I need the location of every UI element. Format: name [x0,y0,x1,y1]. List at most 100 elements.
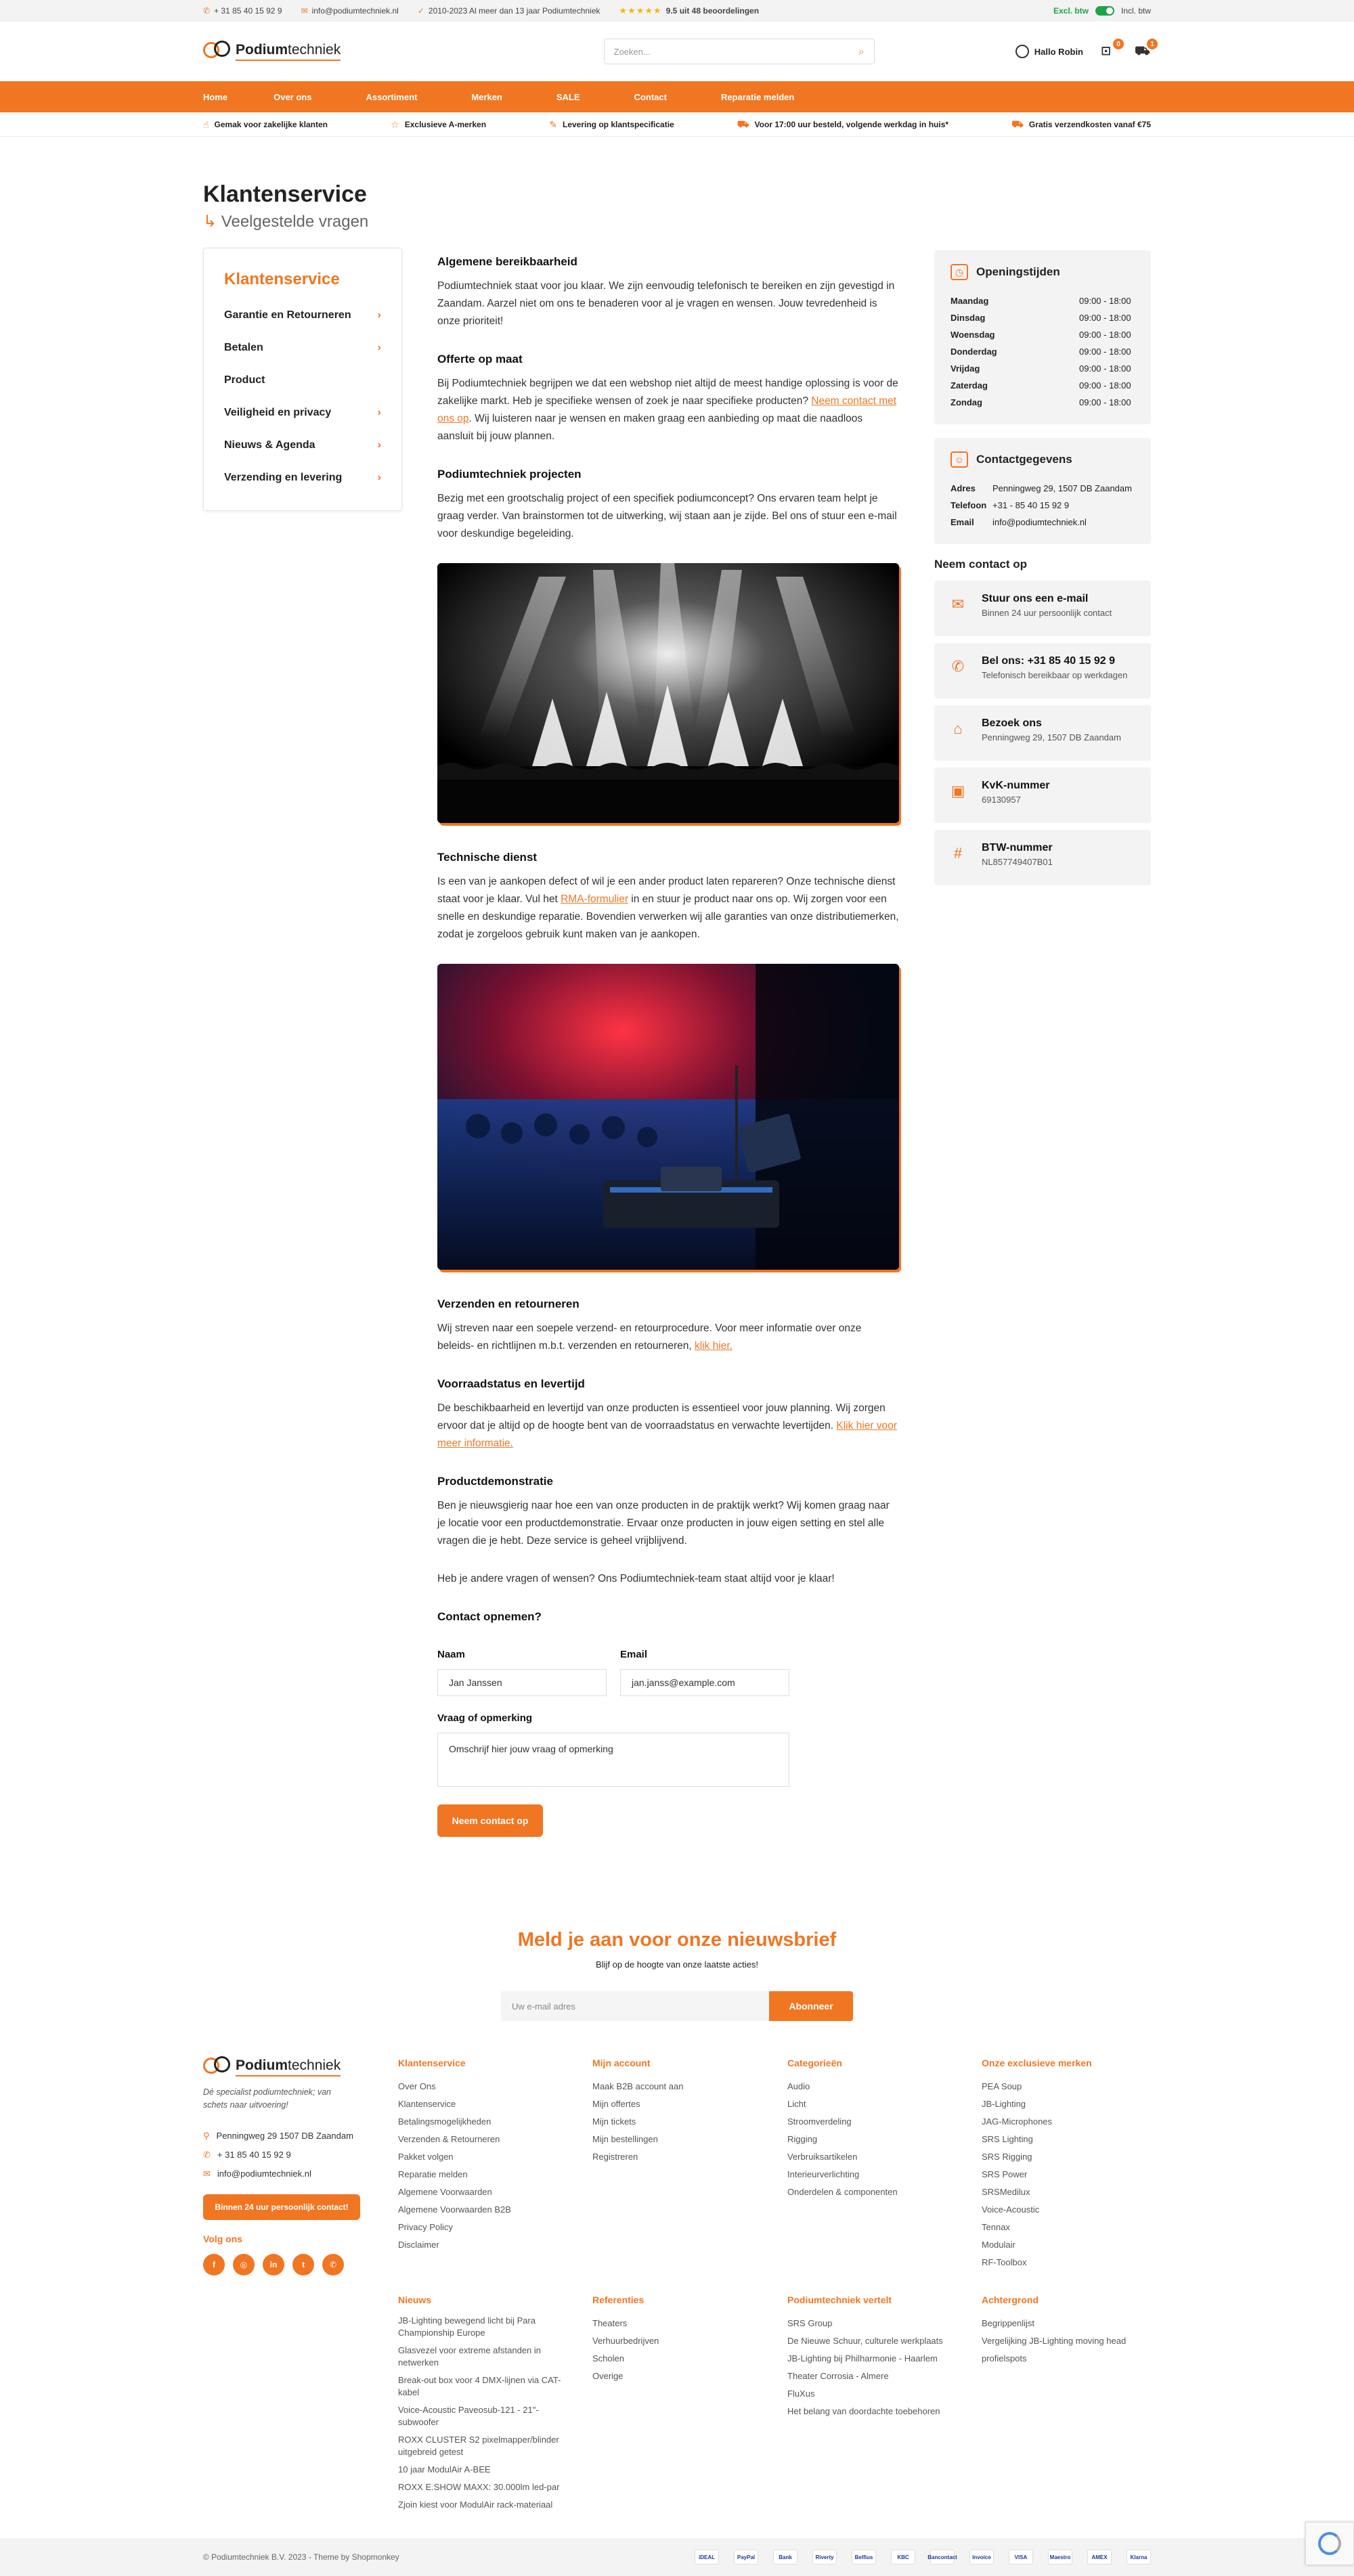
footer-link[interactable]: Scholen [592,2350,762,2368]
contact-phone-card[interactable]: ✆ Bel ons: +31 85 40 15 92 9 Telefonisch b… [934,643,1151,698]
footer-link[interactable]: Mijn tickets [592,2113,762,2131]
footer-link[interactable]: PEA Soup [982,2078,1151,2095]
footer-link[interactable]: Audio [787,2078,957,2095]
footer-link[interactable]: Mijn bestellingen [592,2131,762,2148]
footer-link[interactable]: Betalingsmogelijkheden [398,2113,567,2131]
footer-link[interactable]: Begrippenlijst [982,2315,1151,2332]
footer-link[interactable]: Klantenservice [398,2095,567,2113]
footer-link[interactable]: SRS Rigging [982,2148,1151,2166]
footer-link[interactable]: De Nieuwe Schuur, culturele werkplaats [787,2332,957,2350]
footer-link[interactable]: Rigging [787,2131,957,2148]
footer-link[interactable]: Theater Corrosia - Almere [787,2368,957,2385]
footer-cta-button[interactable]: Binnen 24 uur persoonlijk contact! [203,2194,360,2220]
footer-link[interactable]: SRS Group [787,2315,957,2332]
footer-link[interactable]: Verzenden & Retourneren [398,2131,567,2148]
footer-link[interactable]: Interieurverlichting [787,2166,957,2183]
sidebar-item-product[interactable]: Product [224,374,381,407]
submit-contact-button[interactable]: Neem contact op [437,1804,543,1837]
footer-logo[interactable]: Podiumtechniek [203,2056,366,2077]
footer-link[interactable]: Algemene Voorwaarden B2B [398,2201,567,2219]
contact-email-card[interactable]: ✉ Stuur ons een e-mail Binnen 24 uur perso… [934,581,1151,636]
name-field[interactable]: Jan Janssen [437,1669,607,1696]
question-textarea[interactable]: Omschrijf hier jouw vraag of opmerking [437,1733,789,1787]
nav-merken[interactable]: Merken [471,92,516,102]
footer-link[interactable]: JAG-Microphones [982,2113,1151,2131]
search-icon[interactable]: ⌕ [858,46,864,58]
footer-link[interactable]: Het belang van doordachte toebehoren [787,2403,957,2420]
footer-link[interactable]: SRSMedilux [982,2183,1151,2201]
rma-form-link[interactable]: RMA-formulier [561,893,628,905]
topbar-rating[interactable]: ★★★★★ 9.5 uit 48 beoordelingen [619,5,759,16]
footer-phone[interactable]: ✆ + 31 85 40 15 92 9 [203,2146,366,2164]
sidebar-item-betalen[interactable]: Betalen › [224,342,381,374]
subscribe-button[interactable]: Abonneer [769,1991,853,2021]
sidebar-item-veiligheid[interactable]: Veiligheid en privacy › [224,407,381,439]
footer-link[interactable]: ROXX E.SHOW MAXX: 30.000lm led-par [398,2481,567,2493]
instagram-icon[interactable]: ◎ [233,2254,255,2275]
footer-link[interactable]: Registreren [592,2148,762,2166]
footer-link[interactable]: Zjoin kiest voor ModulAir rack-materiaal [398,2499,567,2511]
sidebar-item-nieuws[interactable]: Nieuws & Agenda › [224,439,381,472]
wishlist-button[interactable]: ⊡ 0 [1101,39,1124,59]
vat-toggle[interactable] [1095,6,1114,16]
footer-link[interactable]: Overige [592,2368,762,2385]
footer-link[interactable]: Maak B2B account aan [592,2078,762,2095]
recaptcha-badge[interactable] [1305,2522,1354,2565]
facebook-icon[interactable]: f [203,2254,225,2275]
newsletter-email-input[interactable]: Uw e-mail adres [501,1991,769,2021]
footer-link[interactable]: Verhuurbedrijven [592,2332,762,2350]
sidebar-item-verzending[interactable]: Verzending en levering › [224,472,381,504]
footer-link[interactable]: Break-out box voor 4 DMX-lijnen via CAT-… [398,2374,567,2399]
footer-link[interactable]: Voice-Acoustic Paveosub-121 - 21"-subwoo… [398,2404,567,2428]
nav-sale[interactable]: SALE [556,92,594,102]
footer-link[interactable]: Glasvezel voor extreme afstanden in netw… [398,2345,567,2369]
footer-link[interactable]: JB-Lighting bewegend licht bij Para Cham… [398,2315,567,2339]
footer-link[interactable]: Disclaimer [398,2236,567,2254]
account-button[interactable]: Hallo Robin [1015,45,1083,58]
topbar-phone[interactable]: ✆ + 31 85 40 15 92 9 [203,6,282,16]
copyright: © Podiumtechniek B.V. 2023 - Theme by Sh… [203,2552,399,2562]
footer-link[interactable]: SRS Lighting [982,2131,1151,2148]
shipping-info-link[interactable]: klik hier. [695,1340,733,1352]
nav-contact[interactable]: Contact [634,92,680,102]
footer-link[interactable]: Modulair [982,2236,1151,2254]
footer-link[interactable]: SRS Power [982,2166,1151,2183]
search-input[interactable]: Zoeken... ⌕ [603,39,875,64]
footer-link[interactable]: Algemene Voorwaarden [398,2183,567,2201]
whatsapp-icon[interactable]: ✆ [322,2254,344,2275]
footer-link[interactable]: Pakket volgen [398,2148,567,2166]
footer-link[interactable]: Vergelijking JB-Lighting moving head pro… [982,2332,1151,2368]
nav-over-ons[interactable]: Over ons [274,92,325,102]
footer-link[interactable]: Licht [787,2095,957,2113]
nav-assortiment[interactable]: Assortiment [366,92,431,102]
footer-link[interactable]: Mijn offertes [592,2095,762,2113]
footer-link[interactable]: 10 jaar ModulAir A-BEE [398,2464,567,2476]
linkedin-icon[interactable]: in [263,2254,284,2275]
nav-home[interactable]: Home [203,92,241,102]
footer-link[interactable]: Verbruiksartikelen [787,2148,957,2166]
logo[interactable]: Podiumtechniek [203,41,341,61]
nav-reparatie[interactable]: Reparatie melden [721,92,808,102]
footer-link[interactable]: Tennax [982,2219,1151,2236]
footer-link[interactable]: JB-Lighting [982,2095,1151,2113]
footer-link[interactable]: Theaters [592,2315,762,2332]
footer-link[interactable]: RF-Toolbox [982,2254,1151,2271]
footer-link[interactable]: FluXus [787,2385,957,2403]
topbar-email[interactable]: ✉ info@podiumtechniek.nl [301,6,399,16]
footer-email[interactable]: ✉ info@podiumtechniek.nl [203,2164,366,2183]
footer-link[interactable]: Privacy Policy [398,2219,567,2236]
footer-link[interactable]: Over Ons [398,2078,567,2095]
footer-link[interactable]: Stroomverdeling [787,2113,957,2131]
footer-link[interactable]: ROXX CLUSTER S2 pixelmapper/blinder uitg… [398,2434,567,2458]
twitter-icon[interactable]: t [292,2254,314,2275]
contact-visit-card[interactable]: ⌂ Bezoek ons Penningweg 29, 1507 DB Zaanda… [934,705,1151,761]
email-field[interactable]: jan.janss@example.com [620,1669,789,1696]
footer-link[interactable]: Voice-Acoustic [982,2201,1151,2219]
sidebar-item-garantie[interactable]: Garantie en Retourneren › [224,309,381,342]
cart-button[interactable]: ⛟ 1 [1135,39,1158,59]
chevron-right-icon: › [377,472,381,483]
footer-link[interactable]: Reparatie melden [398,2166,567,2183]
footer-col-title: Categorieën [787,2058,842,2068]
footer-link[interactable]: Onderdelen & componenten [787,2183,957,2201]
footer-link[interactable]: JB-Lighting bij Philharmonie - Haarlem [787,2350,957,2368]
